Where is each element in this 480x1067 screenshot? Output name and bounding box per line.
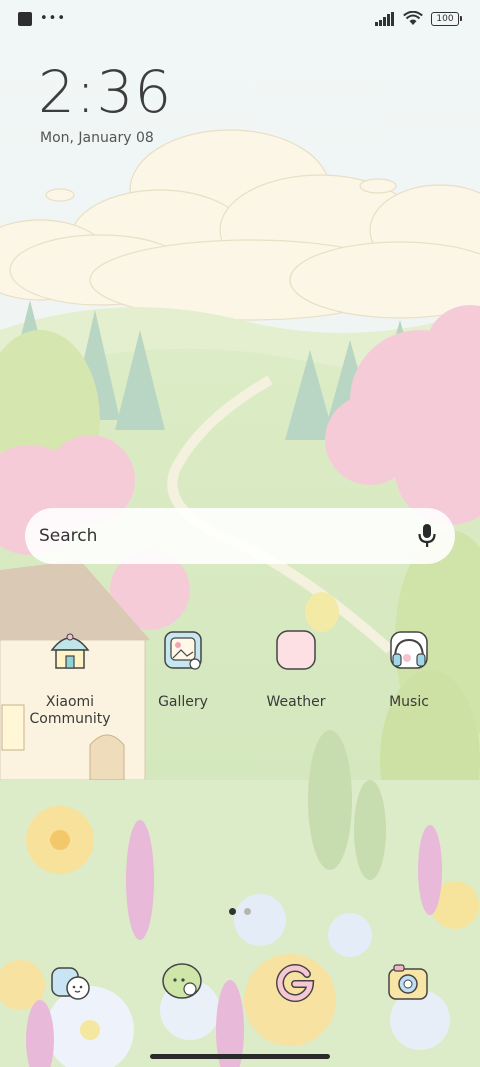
microphone-icon[interactable] <box>417 523 437 549</box>
page-indicator[interactable] <box>229 908 251 915</box>
weather-icon <box>276 630 316 670</box>
status-right: 100 <box>375 11 462 26</box>
app-label: Xiaomi Community <box>29 694 111 727</box>
clock-time[interactable]: 2:36 <box>38 58 172 126</box>
page-dot-active <box>229 908 236 915</box>
page-dot <box>244 908 251 915</box>
search-bar[interactable]: Search <box>25 508 455 564</box>
search-placeholder: Search <box>39 526 98 546</box>
app-label: Music <box>389 694 429 710</box>
battery-icon: 100 <box>431 11 462 26</box>
phone-icon[interactable] <box>48 960 92 1004</box>
app-label: Weather <box>266 694 326 710</box>
more-notifications-icon: ••• <box>40 11 67 26</box>
wifi-icon <box>403 11 423 25</box>
app-label: Gallery <box>158 694 208 710</box>
app-xiaomi-community[interactable]: Xiaomi Community <box>15 628 125 728</box>
app-weather[interactable]: Weather <box>241 628 351 711</box>
app-gallery[interactable]: Gallery <box>128 628 238 711</box>
battery-level: 100 <box>431 11 459 26</box>
clock-date[interactable]: Mon, January 08 <box>40 130 154 146</box>
app-music[interactable]: Music <box>354 628 464 711</box>
signal-icon <box>375 11 394 26</box>
music-icon <box>390 631 428 669</box>
messages-icon[interactable] <box>160 960 204 1004</box>
google-icon[interactable] <box>273 960 317 1004</box>
home-indicator[interactable] <box>150 1054 330 1059</box>
xiaomi-community-icon <box>50 633 90 669</box>
status-left: ••• <box>18 12 66 26</box>
camera-icon[interactable] <box>386 960 430 1004</box>
notification-icon <box>18 12 32 26</box>
status-bar: ••• 100 <box>0 0 480 44</box>
gallery-icon <box>164 631 202 670</box>
